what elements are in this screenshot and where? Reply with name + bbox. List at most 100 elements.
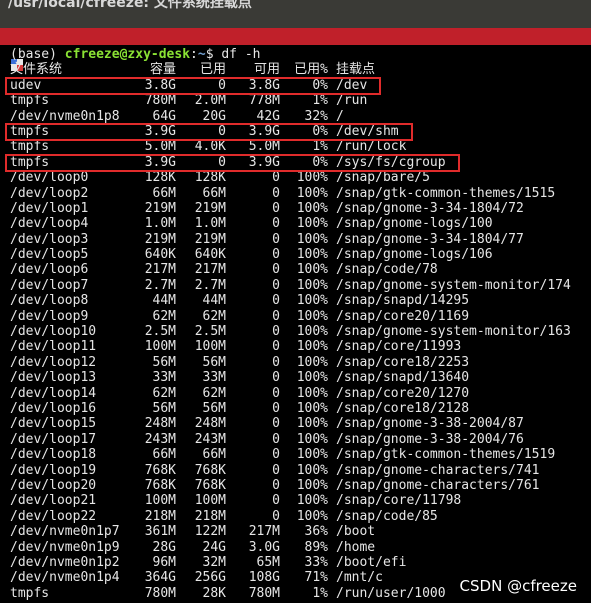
fs-name: /dev/loop2: [10, 185, 89, 201]
fs-use-pct: 100%: [296, 262, 328, 278]
fs-used: 66M: [202, 185, 226, 201]
fs-used: 248M: [194, 416, 226, 432]
fs-used: 217M: [194, 262, 226, 278]
fs-name: tmpfs: [10, 93, 50, 109]
table-row: /dev/nvme0n1p7 361M 122M 217M 36% /boot: [10, 524, 591, 539]
fs-mount: /snap/gnome-characters/761: [336, 477, 540, 493]
table-row: /dev/loop9 62M 62M 0 100% /snap/core20/1169: [10, 309, 591, 324]
fs-name: /dev/loop19: [10, 462, 97, 478]
fs-mount: /snap/core20/1169: [336, 308, 470, 324]
fs-size: 128K: [144, 170, 176, 186]
fs-used: 0: [218, 77, 226, 93]
fs-avail: 0: [272, 324, 280, 340]
terminal-output[interactable]: (base) cfreeze@zxy-desk:~$ df -h 文件系统 容量 已…: [10, 47, 591, 601]
header-size: 容量: [149, 62, 176, 78]
fs-use-pct: 100%: [296, 462, 328, 478]
table-row: /dev/loop6 217M 217M 0 100% /snap/code/78: [10, 262, 591, 277]
fs-used: 4.0K: [194, 139, 226, 155]
fs-size: 640K: [144, 247, 176, 263]
fs-size: 3.8G: [144, 77, 176, 93]
table-row: /dev/loop21 100M 100M 0 100% /snap/core/11798: [10, 493, 591, 508]
fs-name: /dev/loop20: [10, 477, 97, 493]
fs-mount: /dev/shm: [336, 123, 399, 139]
fs-size: 768K: [144, 477, 176, 493]
fs-name: /dev/loop4: [10, 216, 89, 232]
fs-mount: /dev: [336, 77, 368, 93]
fs-use-pct: 100%: [296, 185, 328, 201]
fs-avail: 0: [272, 462, 280, 478]
table-row: /dev/loop19 768K 768K 0 100% /snap/gnome-char…: [10, 463, 591, 478]
fs-avail: 0: [272, 339, 280, 355]
fs-avail: 65M: [256, 554, 280, 570]
fs-used: 32M: [202, 554, 226, 570]
fs-size: 248M: [144, 416, 176, 432]
fs-mount: /snap/core18/2128: [336, 400, 470, 416]
fs-mount: /snap/gtk-common-themes/1515: [336, 185, 556, 201]
fs-used: 2.5M: [194, 324, 226, 340]
fs-used: 44M: [202, 293, 226, 309]
fs-size: 2.5M: [144, 324, 176, 340]
fs-avail: 0: [272, 231, 280, 247]
fs-name: /dev/loop14: [10, 385, 97, 401]
table-row: /dev/loop4 1.0M 1.0M 0 100% /snap/gnome-logs/…: [10, 216, 591, 231]
fs-avail: 5.0M: [248, 139, 280, 155]
terminal-tab-bar: [0, 28, 591, 71]
fs-name: /dev/loop1: [10, 200, 89, 216]
fs-mount: /sys/fs/cgroup: [336, 154, 446, 170]
fs-use-pct: 71%: [304, 570, 328, 586]
header-filesystem: 文件系统: [10, 62, 63, 78]
fs-size: 1.0M: [144, 216, 176, 232]
fs-avail: 0: [272, 447, 280, 463]
fs-mount: /snap/code/78: [336, 262, 438, 278]
table-row: udev 3.8G 0 3.8G 0% /dev: [10, 78, 591, 93]
table-row: /dev/loop3 219M 219M 0 100% /snap/gnome-3-34-…: [10, 232, 591, 247]
fs-avail: 0: [272, 508, 280, 524]
fs-size: 218M: [144, 508, 176, 524]
fs-name: /dev/loop11: [10, 339, 97, 355]
table-header: 文件系统 容量 已用 可用 已用% 挂载点: [10, 62, 591, 77]
fs-mount: /snap/gtk-common-themes/1519: [336, 447, 556, 463]
fs-name: tmpfs: [10, 123, 50, 139]
fs-size: 3.9G: [144, 123, 176, 139]
fs-use-pct: 100%: [296, 247, 328, 263]
fs-use-pct: 100%: [296, 400, 328, 416]
fs-use-pct: 100%: [296, 431, 328, 447]
table-row: tmpfs 3.9G 0 3.9G 0% /sys/fs/cgroup: [10, 155, 591, 170]
fs-size: 56M: [152, 354, 176, 370]
fs-use-pct: 100%: [296, 216, 328, 232]
fs-use-pct: 100%: [296, 324, 328, 340]
fs-name: /dev/loop5: [10, 247, 89, 263]
fs-name: /dev/nvme0n1p8: [10, 108, 120, 124]
fs-size: 62M: [152, 385, 176, 401]
prompt-line: (base) cfreeze@zxy-desk:~$ df -h: [10, 47, 261, 62]
fs-size: 62M: [152, 308, 176, 324]
fs-name: /dev/loop15: [10, 416, 97, 432]
fs-use-pct: 100%: [296, 354, 328, 370]
fs-use-pct: 100%: [296, 477, 328, 493]
fs-use-pct: 0%: [312, 123, 328, 139]
fs-mount: /snap/gnome-system-monitor/174: [336, 277, 571, 293]
fs-use-pct: 0%: [312, 77, 328, 93]
fs-size: 66M: [152, 447, 176, 463]
table-row: /dev/loop7 2.7M 2.7M 0 100% /snap/gnome-syste…: [10, 278, 591, 293]
fs-size: 3.9G: [144, 154, 176, 170]
header-avail: 可用: [253, 62, 280, 78]
fs-name: /dev/loop17: [10, 431, 97, 447]
fs-used: 128K: [194, 170, 226, 186]
fs-name: tmpfs: [10, 139, 50, 155]
fs-name: /dev/loop9: [10, 308, 89, 324]
fs-use-pct: 36%: [304, 524, 328, 540]
fs-avail: 0: [272, 247, 280, 263]
fs-size: 33M: [152, 370, 176, 386]
fs-used: 56M: [202, 354, 226, 370]
fs-mount: /snap/gnome-system-monitor/163: [336, 324, 571, 340]
fs-use-pct: 100%: [296, 493, 328, 509]
fs-size: 217M: [144, 262, 176, 278]
table-row: tmpfs 780M 2.0M 778M 1% /run: [10, 93, 591, 108]
fs-avail: 108G: [248, 570, 280, 586]
fs-name: /dev/loop3: [10, 231, 89, 247]
fs-used: 24G: [202, 539, 226, 555]
table-row: /dev/nvme0n1p2 96M 32M 65M 33% /boot/efi: [10, 555, 591, 570]
fs-name: /dev/loop8: [10, 293, 89, 309]
fs-mount: /snap/snapd/14295: [336, 293, 470, 309]
